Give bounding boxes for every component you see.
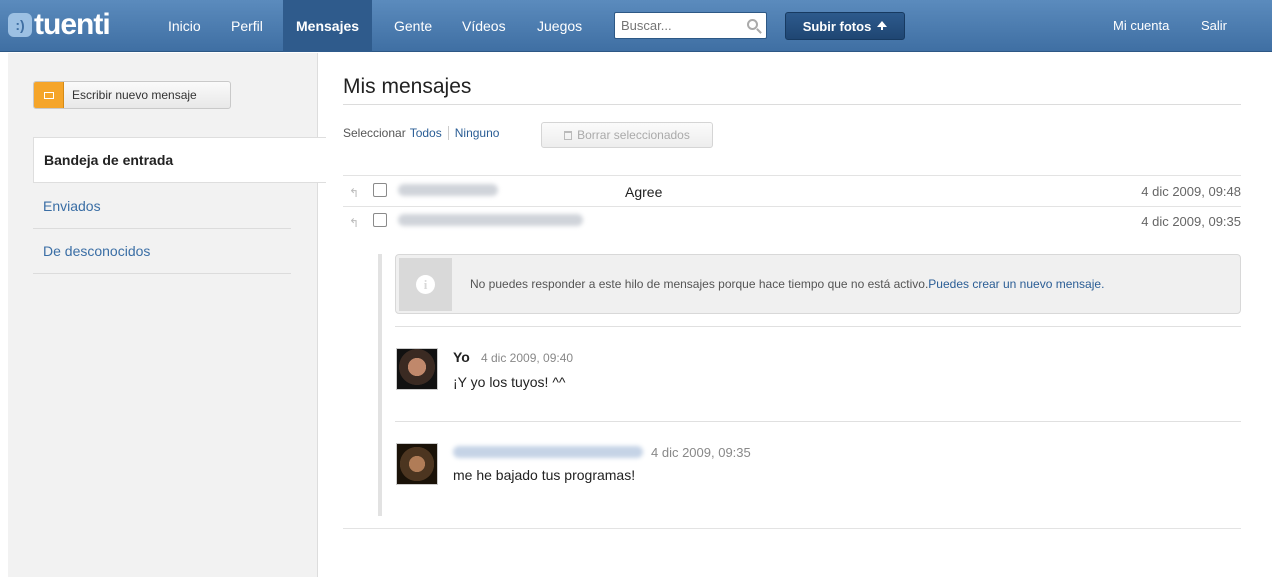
post-author-blurred[interactable] <box>453 446 643 458</box>
logo-text: tuenti <box>34 8 111 41</box>
select-none-link[interactable]: Ninguno <box>455 126 500 140</box>
message-subject[interactable]: Agree <box>625 184 662 200</box>
arrow-up-icon <box>877 21 888 30</box>
trash-icon <box>564 130 573 140</box>
reply-icon: ↰ <box>349 216 360 230</box>
nav-mensajes[interactable]: Mensajes <box>283 0 373 52</box>
select-label: Seleccionar <box>343 126 406 140</box>
message-row[interactable]: ↰ 4 dic 2009, 09:35 <box>343 207 1241 237</box>
logo-badge-icon: :) <box>8 13 32 37</box>
message-date: 4 dic 2009, 09:48 <box>1141 184 1241 199</box>
search-box <box>614 12 767 39</box>
nav-videos[interactable]: Vídeos <box>462 0 506 52</box>
divider <box>343 175 1241 176</box>
selection-controls: Seleccionar Todos Ninguno <box>343 126 499 140</box>
account-link[interactable]: Mi cuenta <box>1113 0 1169 52</box>
sidebar-item-unknown-senders[interactable]: De desconocidos <box>33 228 291 274</box>
avatar[interactable] <box>396 348 438 390</box>
top-navigation-bar: :) tuenti Inicio Perfil Mensajes Gente V… <box>0 0 1272 52</box>
compose-message-button[interactable]: Escribir nuevo mensaje <box>33 81 231 109</box>
delete-selected-button[interactable]: Borrar seleccionados <box>541 122 713 148</box>
divider <box>343 104 1241 105</box>
post-text: me he bajado tus programas! <box>453 467 636 483</box>
divider <box>395 326 1241 327</box>
post-author[interactable]: Yo <box>453 349 470 365</box>
upload-photos-label: Subir fotos <box>802 18 872 34</box>
inactive-thread-notice: i No puedes responder a este hilo de men… <box>395 254 1241 314</box>
reply-icon: ↰ <box>349 186 360 200</box>
sender-name-blurred[interactable] <box>398 184 498 196</box>
separator <box>447 126 449 140</box>
message-checkbox[interactable] <box>373 213 387 227</box>
nav-juegos[interactable]: Juegos <box>537 0 582 52</box>
post-text: ¡Y yo los tuyos! ^^ <box>453 374 566 390</box>
select-all-link[interactable]: Todos <box>410 126 442 140</box>
search-icon[interactable] <box>747 19 758 30</box>
nav-inicio[interactable]: Inicio <box>168 0 201 52</box>
message-date: 4 dic 2009, 09:35 <box>1141 214 1241 229</box>
info-icon: i <box>399 258 452 311</box>
avatar[interactable] <box>396 443 438 485</box>
new-message-link[interactable]: Puedes crear un nuevo mensaje. <box>928 277 1104 291</box>
sidebar: Escribir nuevo mensaje Bandeja de entrad… <box>8 53 326 577</box>
divider <box>343 528 1241 529</box>
tuenti-logo[interactable]: :) tuenti <box>8 8 111 42</box>
sidebar-item-inbox[interactable]: Bandeja de entrada <box>33 137 326 183</box>
notice-text: No puedes responder a este hilo de mensa… <box>470 277 1105 291</box>
sender-name-blurred[interactable] <box>398 214 583 226</box>
search-input[interactable] <box>615 13 735 38</box>
post-date: 4 dic 2009, 09:35 <box>651 445 751 460</box>
nav-gente[interactable]: Gente <box>394 0 432 52</box>
nav-perfil[interactable]: Perfil <box>231 0 263 52</box>
compose-message-label: Escribir nuevo mensaje <box>72 88 197 102</box>
divider <box>395 421 1241 422</box>
page-title: Mis mensajes <box>343 75 472 98</box>
message-checkbox[interactable] <box>373 183 387 197</box>
post-date: 4 dic 2009, 09:40 <box>481 351 574 365</box>
upload-photos-button[interactable]: Subir fotos <box>785 12 905 40</box>
message-row[interactable]: ↰ Agree 4 dic 2009, 09:48 <box>343 177 1241 207</box>
sidebar-item-sent[interactable]: Enviados <box>33 183 291 229</box>
delete-selected-label: Borrar seleccionados <box>577 128 690 142</box>
logout-link[interactable]: Salir <box>1201 0 1227 52</box>
envelope-icon <box>34 82 64 108</box>
